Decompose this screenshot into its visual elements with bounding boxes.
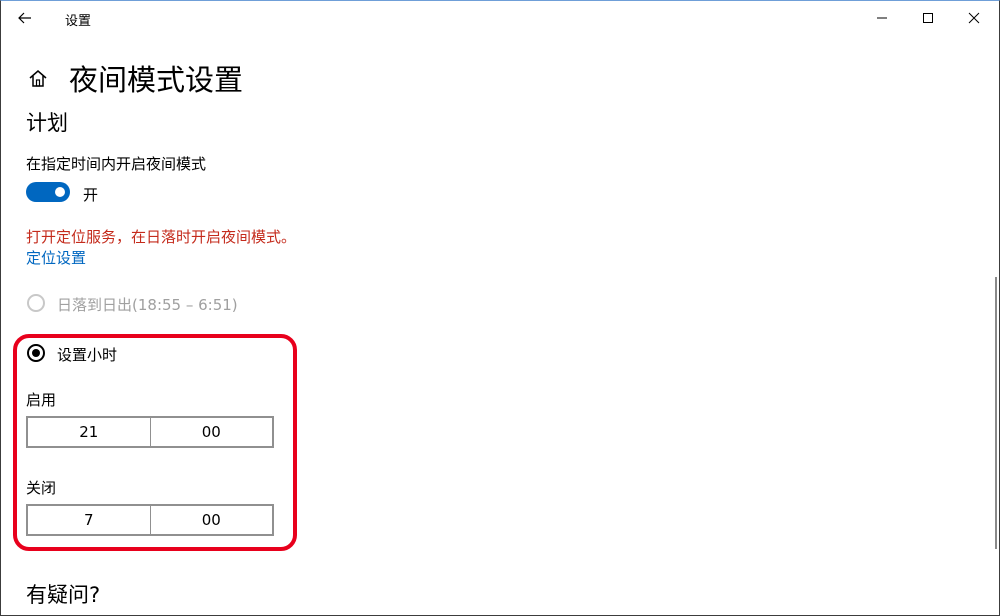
schedule-toggle[interactable]: [26, 182, 70, 202]
minimize-icon: [877, 17, 887, 19]
home-icon[interactable]: [27, 67, 49, 89]
turn-off-time-picker[interactable]: 7 00: [26, 504, 274, 536]
title-bar: 设置: [1, 1, 999, 35]
toggle-knob: [55, 187, 65, 197]
radio-selected-dot: [32, 349, 40, 357]
turn-on-hour[interactable]: 21: [28, 418, 150, 446]
minimize-button[interactable]: [859, 1, 905, 35]
app-title: 设置: [65, 14, 92, 29]
back-arrow-icon: [18, 12, 31, 24]
turn-off-hour[interactable]: 7: [28, 506, 150, 534]
close-icon: [968, 12, 980, 24]
set-hours-radio[interactable]: [27, 344, 45, 362]
sunset-to-sunrise-radio[interactable]: [27, 294, 45, 312]
maximize-icon: [923, 13, 933, 23]
back-button[interactable]: [1, 1, 49, 35]
turn-off-minute[interactable]: 00: [149, 506, 273, 534]
close-button[interactable]: [951, 1, 997, 35]
faq-heading: 有疑问?: [26, 583, 101, 607]
location-warning: 打开定位服务，在日落时开启夜间模式。: [26, 228, 297, 246]
toggle-state-text: 开: [83, 186, 99, 204]
turn-on-label: 启用: [26, 391, 57, 409]
turn-on-minute[interactable]: 00: [149, 418, 273, 446]
turn-off-label: 关闭: [26, 479, 57, 497]
schedule-heading: 计划: [26, 111, 68, 135]
settings-window: 设置 夜间模式设置 计划 在指定时间内开启夜间模式 开 打开定位服务，在日落时开…: [0, 0, 1000, 616]
turn-on-time-picker[interactable]: 21 00: [26, 416, 274, 448]
schedule-toggle-label: 在指定时间内开启夜间模式: [26, 155, 207, 173]
page-title: 夜间模式设置: [69, 63, 244, 97]
location-settings-link[interactable]: 定位设置: [26, 247, 86, 268]
maximize-button[interactable]: [905, 1, 951, 35]
sunset-to-sunrise-label: 日落到日出(18:55 – 6:51): [57, 296, 238, 314]
scrollbar[interactable]: [995, 277, 997, 549]
set-hours-label: 设置小时: [57, 346, 118, 364]
